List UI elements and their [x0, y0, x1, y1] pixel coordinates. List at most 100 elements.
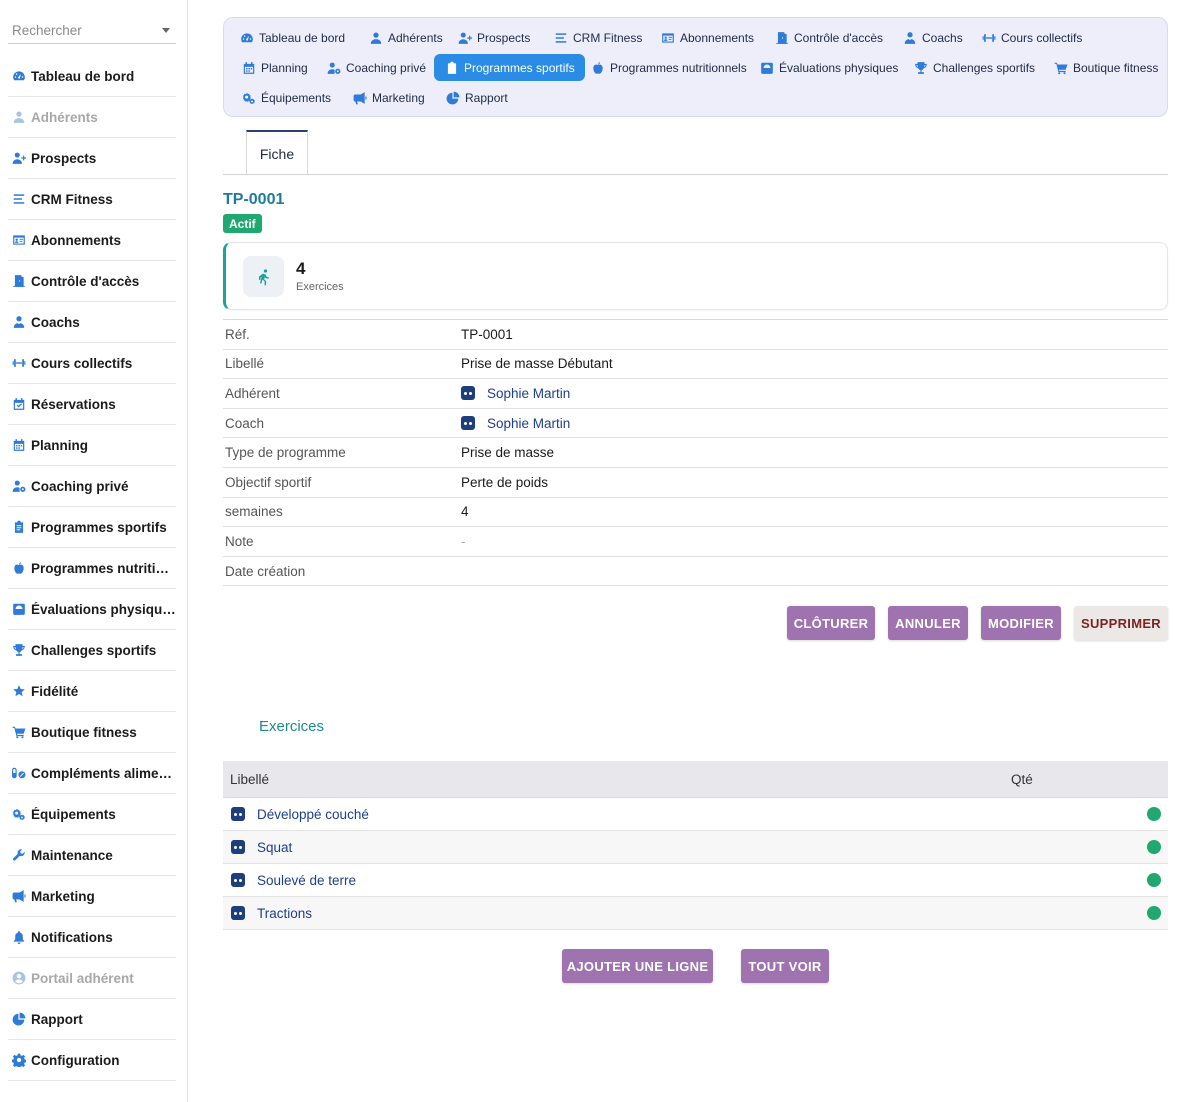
sidebar-item-label: Prospects — [31, 150, 97, 166]
tab-gears[interactable]: Équipements — [231, 84, 341, 111]
sidebar-item-label: Boutique fitness — [31, 724, 137, 740]
dumbbell-icon — [981, 30, 997, 46]
tab-user-tie[interactable]: Coachs — [892, 24, 973, 51]
sidebar-menu: Tableau de bord Adhérents Prospects CRM Fit… — [8, 56, 176, 1081]
tab-dashboard[interactable]: Tableau de bord — [229, 24, 355, 51]
clipboard-icon — [444, 60, 460, 76]
tab-label: Abonnements — [680, 30, 755, 45]
sidebar-item-gears[interactable]: Équipements — [8, 794, 176, 835]
user-icon — [368, 30, 384, 46]
tab-user-plus[interactable]: Prospects — [447, 24, 540, 51]
sidebar-item-weight-scale[interactable]: Évaluations physiques — [8, 589, 176, 630]
field-link[interactable]: Sophie Martin — [487, 416, 570, 431]
tab-label: Challenges sportifs — [933, 60, 1036, 75]
field-value-text: Prise de masse — [461, 445, 555, 461]
sidebar-item-dumbbell[interactable]: Cours collectifs — [8, 343, 176, 384]
search-select[interactable]: Rechercher — [8, 18, 176, 44]
view-all-button[interactable]: TOUT VOIR — [741, 949, 829, 983]
sidebar-item-clipboard[interactable]: Programmes sportifs — [8, 507, 176, 548]
tab-trophy[interactable]: Challenges sportifs — [903, 54, 1045, 81]
exercise-icon — [231, 873, 245, 887]
tab-weight-scale[interactable]: Évaluations physiques — [749, 54, 908, 81]
edit-button[interactable]: MODIFIER — [981, 606, 1061, 640]
sidebar-item-cart[interactable]: Boutique fitness — [8, 712, 176, 753]
avatar-icon — [461, 416, 475, 431]
close-button[interactable]: CLÔTURER — [787, 606, 875, 640]
sidebar-item-user-tie[interactable]: Coachs — [8, 302, 176, 343]
running-icon — [243, 256, 284, 297]
exercise-link[interactable]: Développé couché — [257, 807, 369, 822]
tab-label: Évaluations physiques — [779, 60, 899, 75]
tab-pie-chart[interactable]: Rapport — [435, 84, 518, 111]
sidebar-item-list[interactable]: CRM Fitness — [8, 179, 176, 220]
sidebar-item-label: Évaluations physiques — [31, 601, 176, 617]
sidebar-item-calendar[interactable]: Planning — [8, 425, 176, 466]
sidebar-item-user-circle[interactable]: Portail adhérent — [8, 958, 176, 999]
section-title-exercices: Exercices — [259, 718, 325, 735]
id-card-icon — [660, 30, 676, 46]
sidebar-item-wrench[interactable]: Maintenance — [8, 835, 176, 876]
stat-card: 4 Exercices — [223, 242, 1168, 310]
field-row: Type de programme Prise de masse — [223, 438, 1168, 468]
status-dot-icon — [1147, 906, 1161, 920]
tab-list[interactable]: CRM Fitness — [543, 24, 652, 51]
delete-button[interactable]: SUPPRIMER — [1074, 606, 1168, 640]
sidebar-item-trophy[interactable]: Challenges sportifs — [8, 630, 176, 671]
add-line-button[interactable]: AJOUTER UNE LIGNE — [562, 949, 713, 983]
field-label: Objectif sportif — [225, 474, 312, 490]
wrench-icon — [11, 847, 27, 863]
sidebar-item-star[interactable]: Fidélité — [8, 671, 176, 712]
tab-label: Marketing — [372, 90, 425, 105]
sidebar-item-megaphone[interactable]: Marketing — [8, 876, 176, 917]
sidebar-item-pie-chart[interactable]: Rapport — [8, 999, 176, 1040]
sidebar-item-user-cog[interactable]: Coaching privé — [8, 466, 176, 507]
column-header-qty: Qté — [1011, 771, 1033, 787]
cancel-button[interactable]: ANNULER — [888, 606, 968, 640]
sidebar-item-pills[interactable]: Compléments alimentaires — [8, 753, 176, 794]
exercise-link[interactable]: Squat — [257, 840, 292, 855]
field-label: Date création — [225, 563, 306, 579]
weight-scale-icon — [759, 60, 775, 76]
sidebar-item-dashboard[interactable]: Tableau de bord — [8, 56, 176, 97]
exercise-link[interactable]: Soulevé de terre — [257, 873, 356, 888]
sidebar-item-label: Maintenance — [31, 847, 113, 863]
tab-user[interactable]: Adhérents — [358, 24, 453, 51]
field-value: Sophie Martin — [461, 416, 1168, 431]
exercise-link[interactable]: Tractions — [257, 906, 312, 921]
sidebar-item-door[interactable]: Contrôle d'accès — [8, 261, 176, 302]
tab-cart[interactable]: Boutique fitness — [1043, 54, 1168, 81]
field-link[interactable]: Sophie Martin — [487, 386, 570, 401]
table-row: Squat — [223, 831, 1168, 864]
door-icon — [11, 273, 27, 289]
sidebar-item-gear[interactable]: Configuration — [8, 1040, 176, 1081]
sidebar-item-user-plus[interactable]: Prospects — [8, 138, 176, 179]
list-icon — [553, 30, 569, 46]
tab-id-card[interactable]: Abonnements — [650, 24, 764, 51]
sidebar-item-calendar-check[interactable]: Réservations — [8, 384, 176, 425]
stat-value: 4 — [296, 259, 306, 278]
field-row: Adhérent Sophie Martin — [223, 379, 1168, 409]
megaphone-icon — [352, 90, 368, 106]
tab-apple[interactable]: Programmes nutritionnels — [580, 54, 757, 81]
tab-label: Boutique fitness — [1073, 60, 1159, 75]
sidebar-item-label: Coaching privé — [31, 478, 129, 494]
sidebar-item-label: Marketing — [31, 888, 95, 904]
tab-door[interactable]: Contrôle d'accès — [764, 24, 893, 51]
tab-user-cog[interactable]: Coaching privé — [316, 54, 436, 81]
sidebar-item-label: Portail adhérent — [31, 970, 134, 986]
tab-megaphone[interactable]: Marketing — [342, 84, 435, 111]
tab-fiche[interactable]: Fiche — [246, 130, 308, 175]
trophy-icon — [913, 60, 929, 76]
door-icon — [774, 30, 790, 46]
sidebar-item-user[interactable]: Adhérents — [8, 97, 176, 138]
tab-calendar[interactable]: Planning — [231, 54, 318, 81]
sidebar-item-bell[interactable]: Notifications — [8, 917, 176, 958]
sidebar-item-apple[interactable]: Programmes nutritionnels — [8, 548, 176, 589]
table-row: Développé couché — [223, 798, 1168, 831]
sidebar-item-id-card[interactable]: Abonnements — [8, 220, 176, 261]
tab-dumbbell[interactable]: Cours collectifs — [971, 24, 1092, 51]
tab-label: Rapport — [465, 90, 508, 105]
tab-label: CRM Fitness — [573, 30, 643, 45]
tab-label: Programmes sportifs — [464, 60, 575, 75]
tab-clipboard[interactable]: Programmes sportifs — [434, 54, 585, 81]
